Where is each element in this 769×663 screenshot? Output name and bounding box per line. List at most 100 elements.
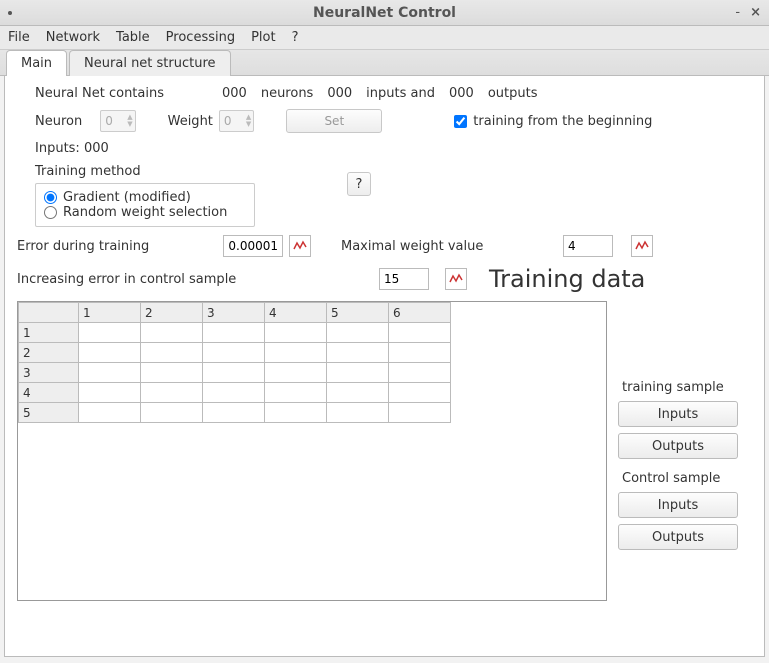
table-col[interactable]: 6: [389, 303, 451, 323]
max-weight-apply-icon[interactable]: [631, 235, 653, 257]
cell[interactable]: [79, 383, 141, 403]
neurons-count: 000: [222, 86, 247, 101]
training-method-help-button[interactable]: ?: [347, 172, 371, 196]
training-inputs-button[interactable]: Inputs: [618, 401, 738, 427]
radio-gradient[interactable]: Gradient (modified): [44, 190, 246, 205]
table-col[interactable]: 3: [203, 303, 265, 323]
cell[interactable]: [141, 363, 203, 383]
cell[interactable]: [327, 363, 389, 383]
close-button[interactable]: ×: [750, 5, 761, 20]
table-col[interactable]: 2: [141, 303, 203, 323]
training-data-heading: Training data: [489, 265, 645, 293]
cell[interactable]: [141, 403, 203, 423]
neuron-value: 0: [105, 114, 123, 128]
control-sample-label: Control sample: [622, 471, 748, 486]
neuron-spinner[interactable]: 0 ▲▼: [100, 110, 135, 132]
data-table-container: 1 2 3 4 5 6 1 2 3 4 5: [17, 301, 607, 601]
cell[interactable]: [265, 323, 327, 343]
cell[interactable]: [389, 343, 451, 363]
error-training-input[interactable]: [223, 235, 283, 257]
table-row: 5: [19, 403, 451, 423]
row-header[interactable]: 2: [19, 343, 79, 363]
table-col[interactable]: 4: [265, 303, 327, 323]
cell[interactable]: [141, 383, 203, 403]
tab-main[interactable]: Main: [6, 50, 67, 76]
data-table[interactable]: 1 2 3 4 5 6 1 2 3 4 5: [18, 302, 451, 423]
table-row: 3: [19, 363, 451, 383]
row-header[interactable]: 5: [19, 403, 79, 423]
table-row: 1: [19, 323, 451, 343]
outputs-count: 000: [449, 86, 474, 101]
menu-table[interactable]: Table: [116, 30, 150, 45]
chevron-down-icon[interactable]: ▼: [246, 121, 251, 128]
row-header[interactable]: 4: [19, 383, 79, 403]
max-weight-input[interactable]: [563, 235, 613, 257]
main-page: Neural Net contains 000 neurons 000 inpu…: [4, 76, 765, 657]
training-method-group: Gradient (modified) Random weight select…: [35, 183, 255, 227]
radio-random[interactable]: Random weight selection: [44, 205, 246, 220]
inputs-label: inputs and: [366, 86, 435, 101]
training-beginning-input[interactable]: [454, 115, 467, 128]
cell[interactable]: [389, 363, 451, 383]
minimize-button[interactable]: -: [735, 5, 740, 20]
control-inputs-button[interactable]: Inputs: [618, 492, 738, 518]
cell[interactable]: [265, 363, 327, 383]
table-col[interactable]: 1: [79, 303, 141, 323]
training-beginning-checkbox[interactable]: training from the beginning: [454, 114, 652, 129]
cell[interactable]: [265, 383, 327, 403]
training-outputs-button[interactable]: Outputs: [618, 433, 738, 459]
menu-plot[interactable]: Plot: [251, 30, 276, 45]
cell[interactable]: [327, 403, 389, 423]
tabbar: Main Neural net structure: [0, 50, 769, 76]
control-outputs-button[interactable]: Outputs: [618, 524, 738, 550]
radio-random-input[interactable]: [44, 206, 57, 219]
cell[interactable]: [79, 343, 141, 363]
error-training-apply-icon[interactable]: [289, 235, 311, 257]
weight-value: 0: [224, 114, 242, 128]
menu-help[interactable]: ?: [292, 30, 299, 45]
incr-error-input[interactable]: [379, 268, 429, 290]
training-beginning-label: training from the beginning: [473, 114, 652, 129]
menubar: File Network Table Processing Plot ?: [0, 26, 769, 50]
cell[interactable]: [203, 363, 265, 383]
neuron-label: Neuron: [35, 114, 82, 129]
cell[interactable]: [327, 343, 389, 363]
weight-spinner[interactable]: 0 ▲▼: [219, 110, 254, 132]
cell[interactable]: [79, 323, 141, 343]
cell[interactable]: [389, 323, 451, 343]
cell[interactable]: [265, 403, 327, 423]
error-training-label: Error during training: [17, 239, 217, 254]
inputs-line: Inputs: 000: [35, 141, 109, 156]
radio-gradient-input[interactable]: [44, 191, 57, 204]
cell[interactable]: [203, 403, 265, 423]
cell[interactable]: [389, 403, 451, 423]
max-weight-label: Maximal weight value: [341, 239, 501, 254]
side-panel: training sample Inputs Outputs Control s…: [618, 374, 748, 550]
menu-network[interactable]: Network: [46, 30, 100, 45]
table-row: 4: [19, 383, 451, 403]
cell[interactable]: [141, 323, 203, 343]
set-button[interactable]: Set: [286, 109, 382, 133]
training-method-label: Training method: [35, 164, 255, 179]
menu-file[interactable]: File: [8, 30, 30, 45]
outputs-label: outputs: [488, 86, 538, 101]
row-header[interactable]: 3: [19, 363, 79, 383]
chevron-down-icon[interactable]: ▼: [127, 121, 132, 128]
table-col[interactable]: 5: [327, 303, 389, 323]
incr-error-apply-icon[interactable]: [445, 268, 467, 290]
cell[interactable]: [79, 403, 141, 423]
row-header[interactable]: 1: [19, 323, 79, 343]
cell[interactable]: [327, 383, 389, 403]
summary-prefix: Neural Net contains: [35, 86, 164, 101]
menu-processing[interactable]: Processing: [166, 30, 235, 45]
cell[interactable]: [79, 363, 141, 383]
cell[interactable]: [203, 383, 265, 403]
cell[interactable]: [327, 323, 389, 343]
cell[interactable]: [265, 343, 327, 363]
cell[interactable]: [141, 343, 203, 363]
cell[interactable]: [389, 383, 451, 403]
tab-structure[interactable]: Neural net structure: [69, 50, 230, 76]
cell[interactable]: [203, 323, 265, 343]
weight-label: Weight: [168, 114, 213, 129]
cell[interactable]: [203, 343, 265, 363]
